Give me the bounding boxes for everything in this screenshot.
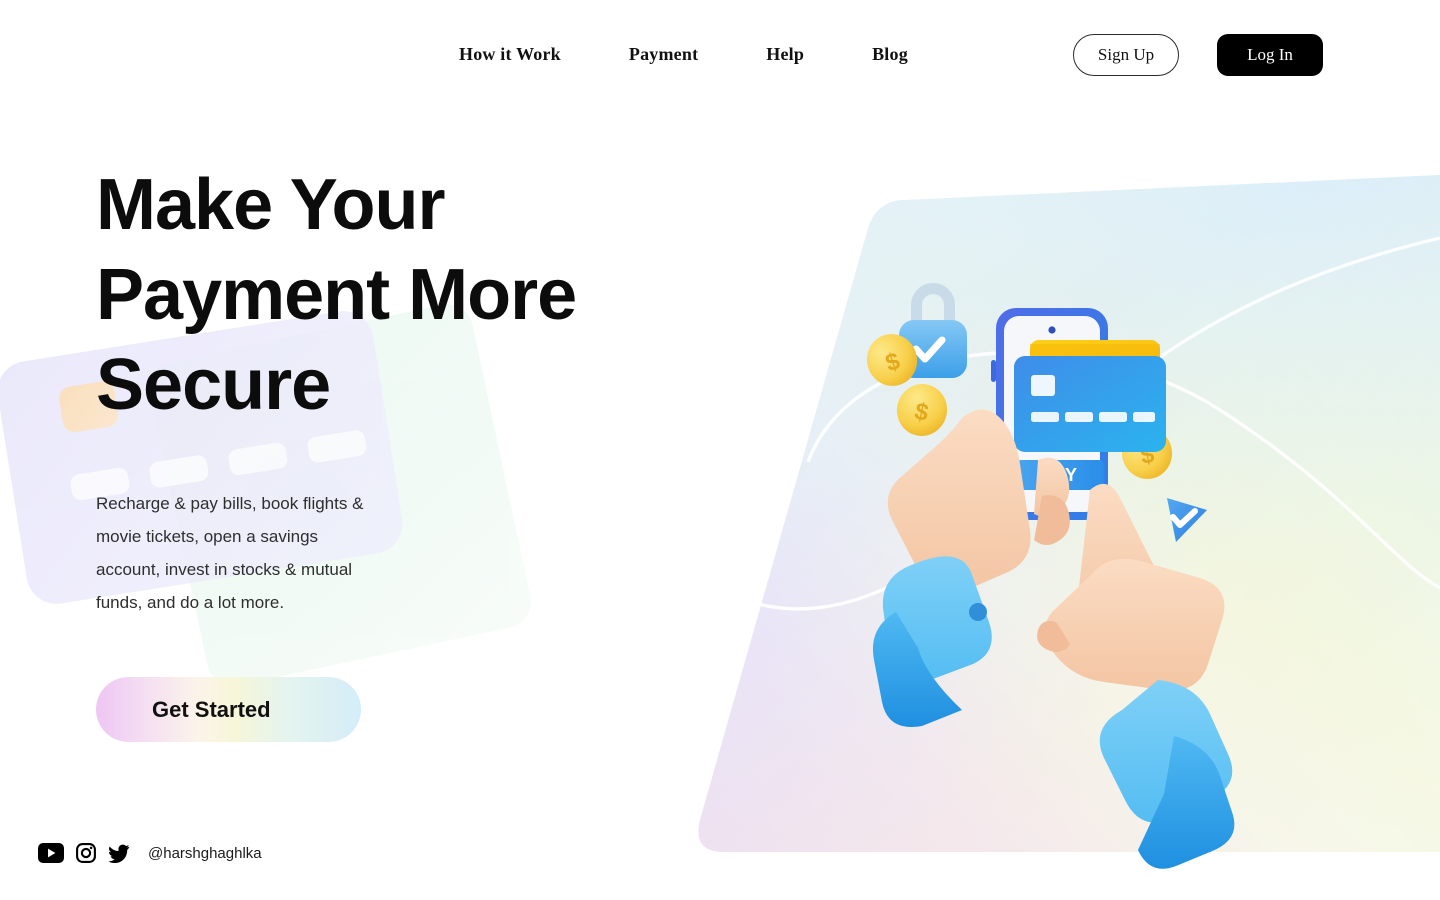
navbar: How it Work Payment Help Blog Sign Up Lo… [0, 0, 1440, 110]
get-started-button[interactable]: Get Started [96, 677, 361, 742]
instagram-icon[interactable] [76, 843, 96, 863]
page-title: Make Your Payment More Secure [96, 165, 577, 425]
nav-link-how-it-work[interactable]: How it Work [459, 44, 561, 65]
auth-actions: Sign Up Log In [1073, 34, 1323, 76]
landing-page: How it Work Payment Help Blog Sign Up Lo… [0, 0, 1440, 900]
nav-link-blog[interactable]: Blog [872, 44, 908, 65]
nav-link-payment[interactable]: Payment [629, 44, 698, 65]
nav-links: How it Work Payment Help Blog [459, 44, 908, 65]
hero-subtext: Recharge & pay bills, book flights & mov… [96, 494, 364, 612]
illustration-panel: $ $ $ [698, 175, 1440, 869]
hero-content: Make Your Payment More Secure Recharge &… [96, 160, 676, 742]
log-in-button[interactable]: Log In [1217, 34, 1323, 76]
hero-illustration: $ $ $ [660, 160, 1440, 880]
social-handle: @harshghaghlka [148, 844, 262, 862]
youtube-icon[interactable] [38, 843, 64, 863]
twitter-icon[interactable] [108, 844, 130, 863]
social-bar: @harshghaghlka [38, 843, 262, 863]
credit-card-icon [1014, 356, 1166, 452]
sign-up-button[interactable]: Sign Up [1073, 34, 1179, 76]
nav-link-help[interactable]: Help [766, 44, 804, 65]
